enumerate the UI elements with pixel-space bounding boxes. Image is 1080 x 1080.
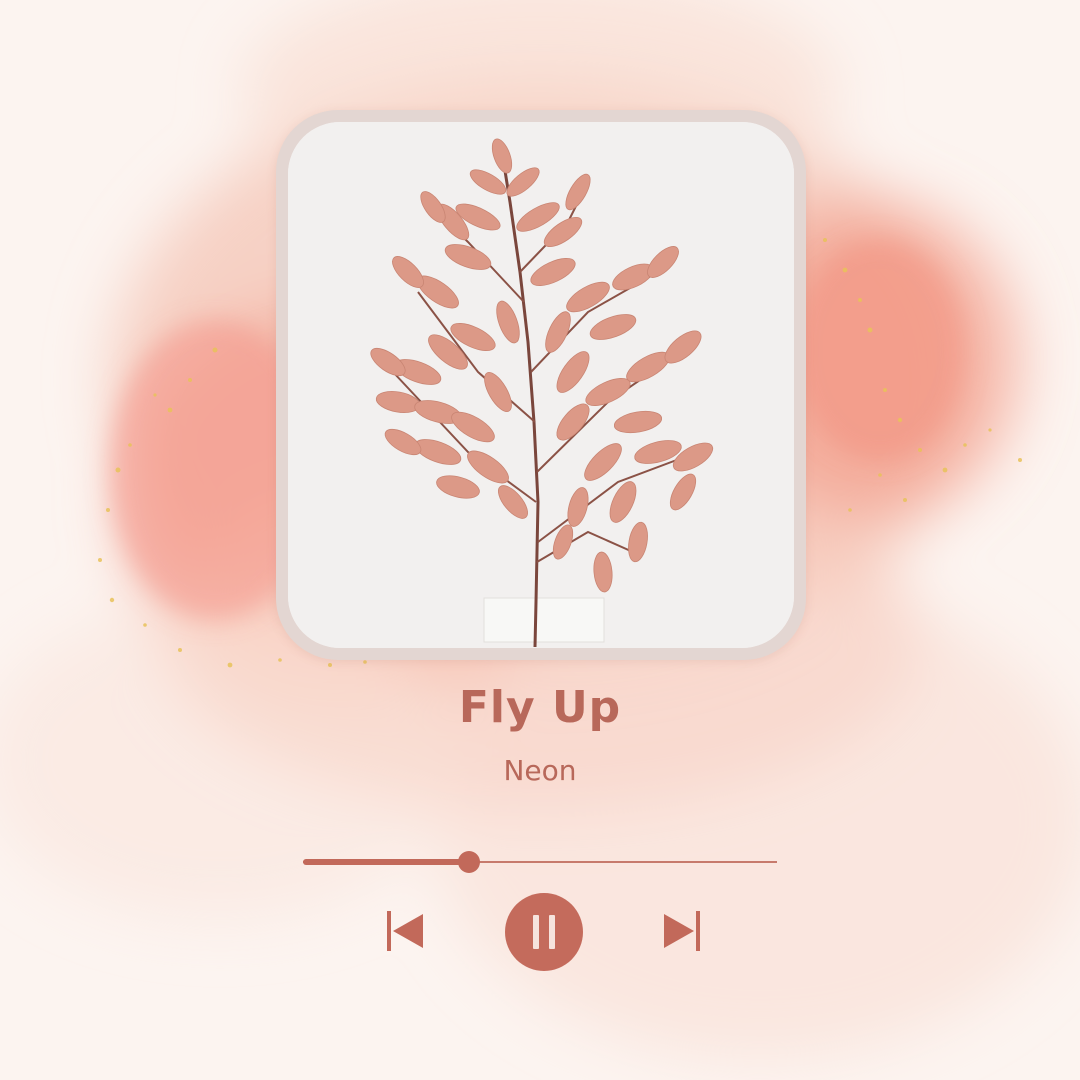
artist-name: Neon	[503, 754, 577, 787]
progress-fill	[303, 859, 469, 865]
album-art	[288, 122, 794, 648]
skip-next-icon	[664, 911, 700, 951]
track-title: Fly Up	[458, 682, 622, 733]
pause-button[interactable]	[505, 893, 583, 971]
previous-track-button[interactable]	[385, 909, 425, 953]
skip-previous-icon	[387, 911, 423, 951]
album-art-frame	[276, 110, 806, 660]
next-track-button[interactable]	[662, 909, 702, 953]
pause-icon	[533, 915, 555, 949]
progress-slider[interactable]	[303, 848, 777, 876]
fern-branch-image	[288, 122, 794, 648]
progress-knob[interactable]	[458, 851, 480, 873]
